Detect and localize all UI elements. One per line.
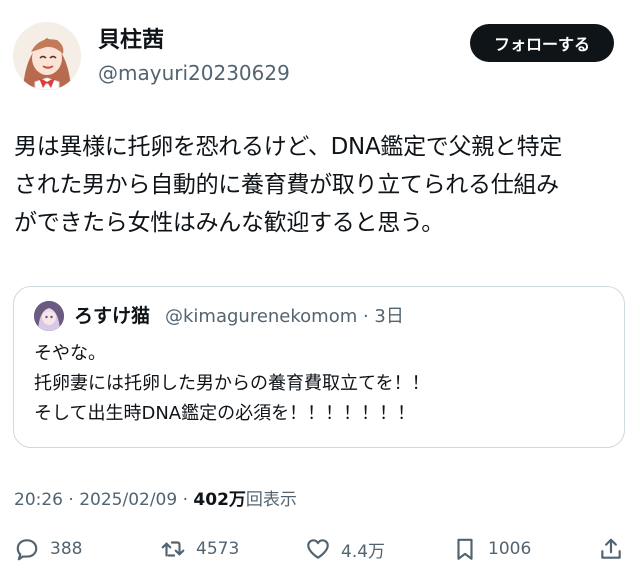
author-name[interactable]: 貝柱茜 — [98, 27, 164, 55]
quoted-tweet-card[interactable]: ろすけ猫 @kimagurenekomom · 3日 そやな。 托卵妻には托卵し… — [13, 286, 625, 448]
tweet-timestamp[interactable]: 20:26 · 2025/02/09 · — [14, 490, 193, 510]
quoted-author-handle-time: @kimagurenekomom · 3日 — [165, 306, 404, 327]
share-icon — [601, 538, 621, 559]
tweet-meta: 20:26 · 2025/02/09 · 402万回表示 — [14, 487, 297, 513]
follow-button[interactable]: フォローする — [470, 24, 614, 62]
action-bar: 388 4573 4.4万 1006 — [0, 532, 640, 576]
retweet-icon — [161, 541, 185, 557]
reply-icon — [16, 539, 38, 561]
like-count: 4.4万 — [341, 541, 386, 562]
retweet-count: 4573 — [196, 539, 240, 559]
anime-girl-avatar-icon — [13, 22, 81, 90]
tweet-text: 男は異様に托卵を恐れるけど、DNA鑑定で父親と特定 された男から自動的に養育費が… — [14, 134, 562, 236]
heart-icon — [307, 539, 329, 559]
view-label: 回表示 — [245, 490, 297, 510]
share-button[interactable] — [598, 536, 624, 562]
bookmark-button[interactable]: 1006 — [452, 536, 531, 562]
reply-count: 388 — [50, 539, 83, 559]
author-avatar[interactable] — [13, 22, 81, 90]
quoted-author-avatar[interactable] — [34, 301, 64, 331]
retweet-button[interactable]: 4573 — [160, 536, 239, 562]
quoted-tweet-text: そやな。 托卵妻には托卵した男からの養育費取立てを！！ そして出生時DNA鑑定の… — [34, 343, 430, 424]
view-count: 402万 — [193, 490, 246, 510]
bookmark-count: 1006 — [488, 539, 532, 559]
bookmark-icon — [457, 538, 473, 560]
author-handle[interactable]: @mayuri20230629 — [98, 60, 290, 86]
quoted-avatar-icon — [34, 301, 64, 331]
quoted-author-name: ろすけ猫 — [74, 305, 151, 327]
reply-button[interactable]: 388 — [14, 536, 82, 562]
like-button[interactable]: 4.4万 — [305, 536, 385, 562]
